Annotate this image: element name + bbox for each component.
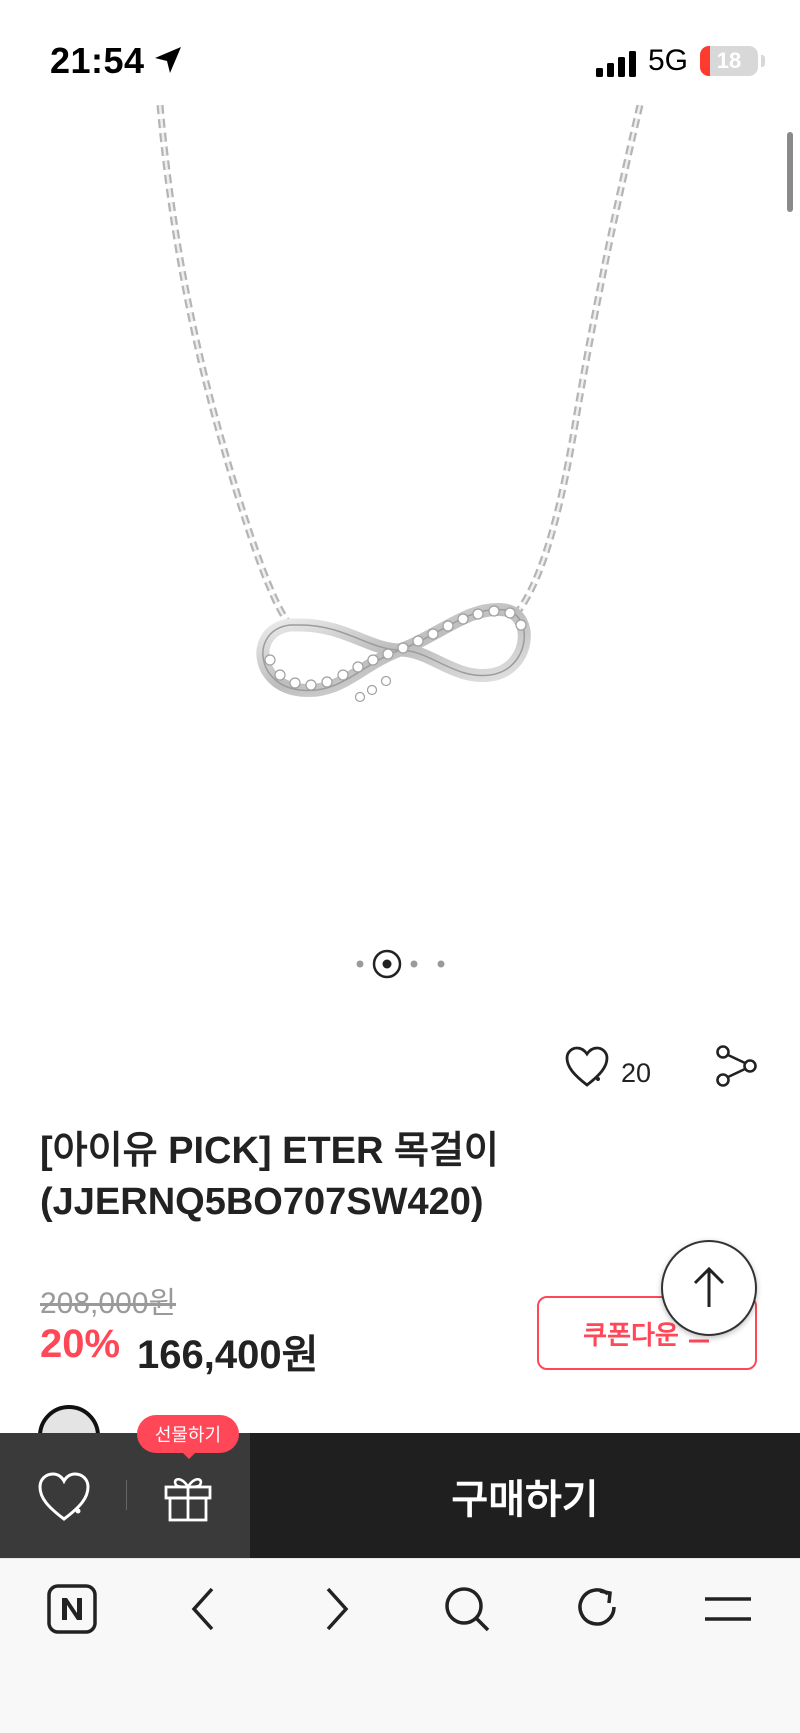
product-title: [아이유 PICK] ETER 목걸이 (JJERNQ5BO707SW420) [40,1126,740,1228]
gift-tooltip: 선물하기 [137,1415,239,1453]
wish-count: 20 [621,1058,652,1088]
scroll-to-top-button[interactable] [661,1240,757,1336]
search-icon[interactable] [441,1583,493,1635]
carousel-dots[interactable] [340,944,470,984]
location-arrow-icon [155,47,181,73]
forward-icon[interactable] [318,1583,354,1635]
carousel-dot-active[interactable] [382,959,392,969]
back-icon[interactable] [186,1583,222,1635]
naver-icon[interactable] [46,1583,98,1635]
discount-rate: 20% [40,1322,121,1366]
carousel-dot[interactable] [410,960,418,968]
product-title-line2: (JJERNQ5BO707SW420) [40,1181,484,1223]
gift-icon[interactable] [162,1470,214,1524]
battery-level: 18 [716,48,742,73]
share-icon[interactable] [714,1044,758,1088]
carousel-dot[interactable] [437,960,445,968]
buy-button[interactable]: 구매하기 [250,1433,800,1558]
battery-indicator: 18 [700,46,758,76]
battery-cap [761,55,765,67]
network-type: 5G [648,44,689,77]
original-price: 208,000원 [40,1287,177,1320]
coupon-label: 쿠폰다운 [583,1319,679,1350]
wishlist-heart-icon[interactable] [36,1470,92,1524]
sale-price: 166,400원 [137,1333,319,1377]
heart-icon[interactable] [564,1045,610,1089]
scroll-indicator[interactable] [787,132,793,212]
status-time: 21:54 [50,40,145,81]
product-image[interactable] [0,105,800,945]
bar-divider [126,1480,127,1510]
product-title-line1: [아이유 PICK] ETER 목걸이 [40,1130,499,1172]
refresh-icon[interactable] [572,1583,624,1635]
browser-toolbar [0,1558,800,1733]
arrow-up-icon [693,1266,725,1307]
menu-icon[interactable] [702,1583,754,1635]
gift-tooltip-tail [181,1451,197,1459]
signal-icon [596,51,636,77]
carousel-dot[interactable] [356,960,364,968]
